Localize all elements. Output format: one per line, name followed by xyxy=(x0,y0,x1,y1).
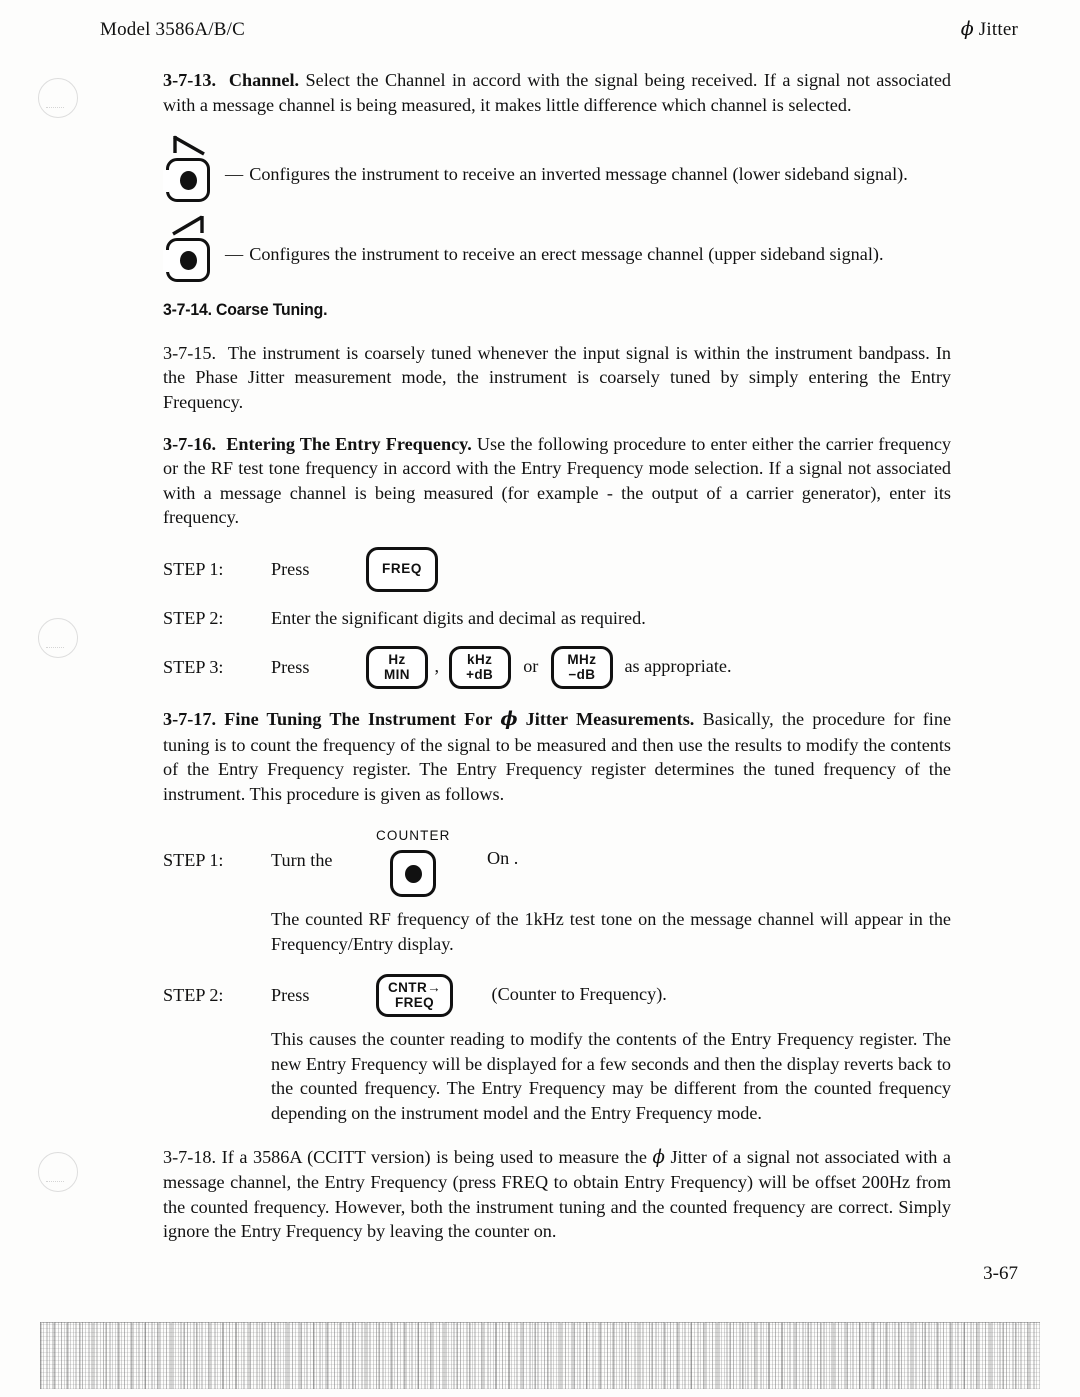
mhz-key-line2: −dB xyxy=(568,667,596,683)
step-content: CNTR→ FREQ (Counter to Frequency). xyxy=(376,974,951,1018)
legend-dash: — xyxy=(225,244,244,265)
phi-symbol: ϕ xyxy=(652,1146,665,1168)
body-column: 3-7-13. Channel. Select the Channel in a… xyxy=(163,68,951,1244)
paragraph-3-7-16: 3-7-16. Entering The Entry Frequency. Us… xyxy=(163,432,951,530)
hole-punch-mark xyxy=(38,1152,78,1192)
paragraph-3-7-18: 3-7-18. If a 3586A (CCITT version) is be… xyxy=(163,1145,951,1244)
hole-punch-mark xyxy=(38,618,78,658)
section-body-3-7-15: The instrument is coarsely tuned wheneve… xyxy=(163,342,951,412)
header-model: Model 3586A/B/C xyxy=(100,19,245,40)
step-row-3-entry-frequency: STEP 3: Press Hz MIN , kHz +dB or MHz −d… xyxy=(163,646,951,690)
section-title-3-7-13: Channel. xyxy=(228,70,300,90)
step-label: STEP 1: xyxy=(163,850,224,870)
phi-symbol: ϕ xyxy=(960,18,974,40)
key-legend-row-erect: — Configures the instrument to receive an… xyxy=(163,214,951,288)
step-tail-text: (Counter to Frequency). xyxy=(491,983,667,1004)
legend-dash: — xyxy=(225,164,244,185)
hole-punch-mark xyxy=(38,78,78,118)
header-subject-label: Jitter xyxy=(978,19,1018,40)
key-legend-row-inverted: — Configures the instrument to receive an… xyxy=(163,134,951,208)
scan-noise-band xyxy=(40,1322,1040,1389)
step-content: Enter the significant digits and decimal… xyxy=(271,607,646,628)
step-content: FREQ xyxy=(366,546,951,592)
page-number: 3-67 xyxy=(983,1263,1018,1284)
hz-min-key-button[interactable]: Hz MIN xyxy=(366,646,428,690)
running-head: Model 3586A/B/C ϕ Jitter xyxy=(100,18,1018,41)
counter-key-group: COUNTER xyxy=(376,824,450,898)
erect-sideband-slope-icon xyxy=(172,215,204,236)
step-label: STEP 3: xyxy=(163,657,224,678)
step-verb: Press xyxy=(271,985,310,1006)
counter-key-button[interactable] xyxy=(390,850,437,898)
paragraph-3-7-17: 3-7-17. Fine Tuning The Instrument For ϕ… xyxy=(163,707,951,806)
mhz-minusdb-key-button[interactable]: MHz −dB xyxy=(550,646,613,690)
legend-description: Configures the instrument to receive an … xyxy=(249,164,908,185)
key-cell xyxy=(163,214,225,288)
step-1-note-fine-tuning: The counted RF frequency of the 1kHz tes… xyxy=(271,909,951,954)
cntr-key-line2: FREQ xyxy=(394,995,435,1011)
step-verb: Press xyxy=(271,558,310,579)
key-legend-text: — Configures the instrument to receive an… xyxy=(225,134,951,187)
section-number-3-7-17: 3-7-17. xyxy=(163,709,217,730)
section-title-3-7-16: Entering The Entry Frequency. xyxy=(226,433,472,454)
section-title-3-7-17-a: Fine Tuning The Instrument For xyxy=(224,709,501,730)
section-body-3-7-18-a: If a 3586A (CCITT version) is being used… xyxy=(221,1146,653,1167)
khz-key-line1: kHz xyxy=(467,652,493,668)
sideband-select-key-inverted[interactable] xyxy=(163,158,210,203)
document-page: Model 3586A/B/C ϕ Jitter 3-7-13. Channel… xyxy=(0,0,1080,1397)
khz-plusdb-key-button[interactable]: kHz +dB xyxy=(448,646,511,690)
section-number-3-7-18: 3-7-18. xyxy=(163,1146,217,1167)
freq-key-button[interactable]: FREQ xyxy=(366,546,438,592)
cntr-to-freq-key-button[interactable]: CNTR→ FREQ xyxy=(376,974,453,1018)
cntr-key-line1: CNTR→ xyxy=(388,980,441,996)
hz-key-line1: Hz xyxy=(388,652,406,668)
legend-description: Configures the instrument to receive an … xyxy=(249,244,884,265)
step-row-1-fine-tuning: STEP 1: Turn the COUNTER On . xyxy=(163,824,951,898)
step-verb: Turn the xyxy=(271,850,333,870)
step-content: COUNTER On . xyxy=(376,824,951,898)
step-2-note-fine-tuning: This causes the counter reading to modif… xyxy=(271,1029,951,1124)
key-legend-text: — Configures the instrument to receive an… xyxy=(225,214,951,267)
section-number-3-7-16: 3-7-16. xyxy=(163,433,217,454)
hz-key-line2: MIN xyxy=(384,667,410,683)
sideband-select-key-erect[interactable] xyxy=(163,238,210,283)
step-row-1-entry-frequency: STEP 1: Press FREQ xyxy=(163,546,951,592)
counter-key-label: COUNTER xyxy=(376,827,451,843)
step-verb: Press xyxy=(271,657,310,678)
paragraph-3-7-13: 3-7-13. Channel. Select the Channel in a… xyxy=(163,68,951,117)
khz-key-line2: +dB xyxy=(466,667,494,683)
step-label: STEP 2: xyxy=(163,985,224,1006)
step-tail-text: as appropriate. xyxy=(624,655,732,676)
step-label: STEP 2: xyxy=(163,607,224,628)
section-number-3-7-13: 3-7-13. xyxy=(163,70,217,90)
paragraph-3-7-15: 3-7-15. The instrument is coarsely tuned… xyxy=(163,341,951,415)
key-cell xyxy=(163,134,225,208)
phi-symbol: ϕ xyxy=(500,709,518,731)
section-number-3-7-15: 3-7-15. xyxy=(163,342,217,363)
step-content: Hz MIN , kHz +dB or MHz −dB as appropria… xyxy=(366,646,951,690)
step-tail-text: On . xyxy=(487,848,519,869)
inverted-sideband-slope-icon xyxy=(173,135,205,156)
key-separator: , xyxy=(434,655,440,676)
step-label: STEP 1: xyxy=(163,558,224,579)
header-subject: ϕ Jitter xyxy=(961,18,1018,41)
section-heading-3-7-14: 3-7-14. Coarse Tuning. xyxy=(163,300,328,320)
step-row-2-fine-tuning: STEP 2: Press CNTR→ FREQ (Counter to Fre… xyxy=(163,974,951,1018)
mhz-key-line1: MHz xyxy=(567,652,597,668)
step-row-2-entry-frequency: STEP 2: Enter the significant digits and… xyxy=(163,606,951,631)
key-conjunction: or xyxy=(523,655,539,676)
section-title-3-7-17-b: Jitter Measurements. xyxy=(517,709,695,730)
